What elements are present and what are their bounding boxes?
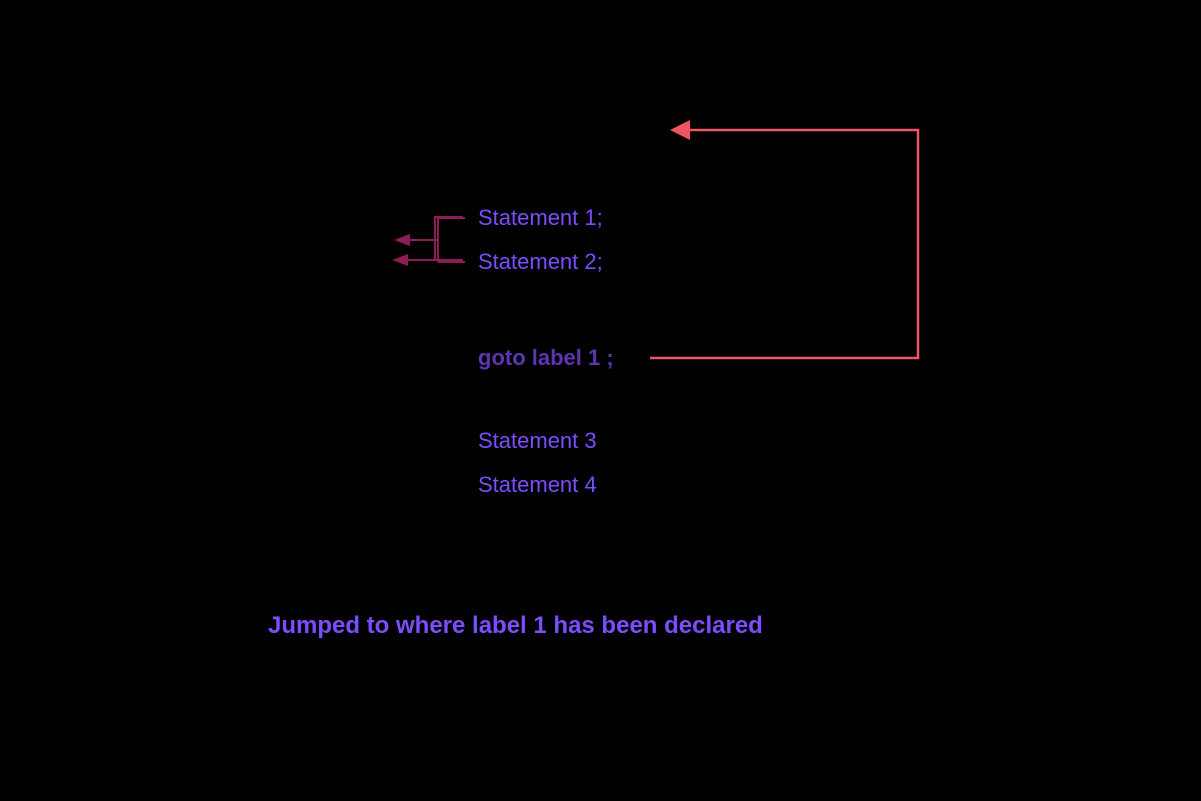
statement-3: Statement 3 bbox=[478, 428, 597, 454]
statement-2: Statement 2; bbox=[478, 249, 603, 275]
goto-line: goto label 1 ; bbox=[478, 345, 614, 371]
loop-arrow bbox=[0, 0, 1201, 801]
statement-1: Statement 1; bbox=[478, 205, 603, 231]
goto-diagram: Statement 1; Statement 2; goto label 1 ;… bbox=[0, 0, 1201, 801]
diagram-caption: Jumped to where label 1 has been declare… bbox=[268, 612, 763, 640]
statement-4: Statement 4 bbox=[478, 472, 597, 498]
